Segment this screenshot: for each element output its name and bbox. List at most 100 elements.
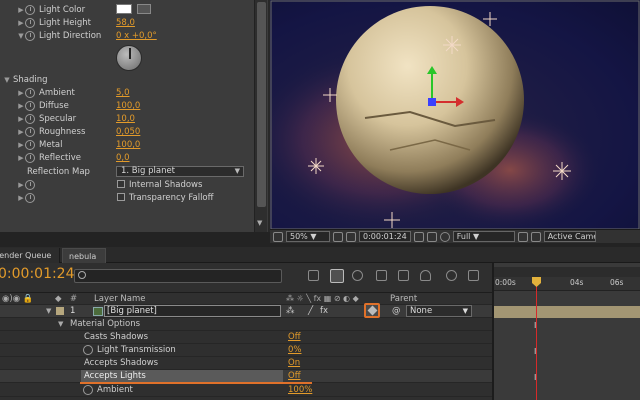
layer-label-color[interactable] — [56, 307, 64, 315]
param-value[interactable]: 10,0 — [116, 114, 135, 124]
light-color-swatch[interactable] — [116, 4, 132, 14]
option-value[interactable]: 100% — [288, 385, 312, 395]
expand-arrow-icon[interactable]: ▶ — [17, 102, 25, 110]
param-value[interactable]: 100,0 — [116, 140, 140, 150]
layer-name-field[interactable]: [Big planet] — [104, 305, 281, 317]
stopwatch-icon[interactable] — [83, 345, 93, 355]
graph-editor-icon[interactable] — [446, 270, 457, 281]
tab-render-queue[interactable]: Render Queue — [0, 248, 60, 263]
draft-3d-icon[interactable] — [352, 270, 363, 281]
stopwatch-icon[interactable] — [83, 385, 93, 395]
expand-arrow-icon[interactable]: ▶ — [17, 19, 25, 27]
layer-row[interactable]: ▼ 1 [Big planet] ⁂ ╱ fx @ None ▼ — [0, 303, 492, 318]
brainstorm-icon[interactable] — [468, 270, 479, 281]
param-value[interactable]: 0,0 — [116, 153, 130, 163]
parent-dropdown[interactable]: None ▼ — [406, 305, 472, 317]
shading-group-row[interactable]: ▼ Shading — [0, 73, 252, 86]
stopwatch-icon[interactable] — [25, 192, 35, 203]
layer-duration-bar[interactable] — [494, 306, 640, 318]
pick-whip-icon[interactable]: @ — [392, 306, 401, 316]
column-layer-name[interactable]: Layer Name — [94, 294, 145, 304]
stopwatch-icon[interactable] — [25, 139, 35, 150]
stopwatch-icon[interactable] — [25, 113, 35, 124]
stopwatch-icon[interactable] — [25, 100, 35, 111]
param-label: Roughness — [39, 126, 86, 137]
eyedropper-icon[interactable] — [137, 4, 151, 14]
current-time-display[interactable]: 0:00:01:24 — [0, 266, 75, 282]
transparency-falloff-checkbox[interactable] — [117, 193, 125, 201]
motion-blur-icon[interactable] — [420, 270, 431, 281]
color-channel-icon[interactable] — [439, 231, 450, 242]
material-options-group[interactable]: ▼ Material Options — [0, 318, 492, 331]
collapse-arrow-icon[interactable]: ▼ — [3, 76, 11, 84]
region-of-interest-icon[interactable] — [517, 231, 528, 242]
param-label: Light Color — [39, 4, 86, 15]
collapse-arrow-icon[interactable]: ▼ — [46, 307, 51, 315]
panel-gutter — [0, 232, 270, 247]
reflection-map-dropdown[interactable]: 1. Big planet ▼ — [116, 166, 244, 177]
stopwatch-icon[interactable] — [25, 126, 35, 137]
viewer-canvas — [270, 0, 640, 230]
snapshot-icon[interactable] — [346, 231, 356, 242]
expand-arrow-icon[interactable]: ▶ — [17, 154, 25, 162]
viewer-timecode[interactable]: 0:00:01:24 — [359, 231, 411, 242]
collapse-arrow-icon[interactable]: ▼ — [17, 32, 25, 40]
layer-search-input[interactable] — [74, 269, 282, 283]
expand-arrow-icon[interactable]: ▶ — [17, 141, 25, 149]
transparency-grid-icon[interactable] — [530, 231, 541, 242]
channel-icon[interactable] — [426, 231, 437, 242]
composition-viewer[interactable] — [270, 0, 640, 230]
param-label: Metal — [39, 139, 63, 150]
param-value[interactable]: 5,0 — [116, 88, 130, 98]
hide-shy-layers-icon[interactable] — [376, 270, 387, 281]
always-preview-icon[interactable] — [273, 231, 283, 242]
quality-switch-icon[interactable]: ╱ — [308, 306, 313, 316]
time-ruler[interactable]: 0:00s 04s 06s — [494, 277, 640, 291]
effects-scrollbar[interactable]: ▼ — [254, 0, 267, 232]
option-value[interactable]: On — [288, 358, 300, 368]
camera-icon[interactable] — [413, 231, 424, 242]
option-value[interactable]: Off — [288, 332, 301, 342]
timeline-tracks[interactable]: 0:00s 04s 06s I I I — [492, 263, 640, 400]
stopwatch-icon[interactable] — [25, 30, 35, 41]
3d-layer-switch[interactable] — [364, 303, 380, 318]
param-value[interactable]: 0,050 — [116, 127, 140, 137]
collapse-arrow-icon[interactable]: ▼ — [58, 320, 63, 328]
param-value[interactable]: 100,0 — [116, 101, 140, 111]
scrollbar-thumb[interactable] — [257, 2, 266, 207]
comp-mini-flowchart-icon[interactable] — [308, 270, 319, 281]
option-value[interactable]: Off — [288, 371, 301, 381]
shy-switch-icon[interactable]: ⁂ — [286, 306, 295, 316]
resolution-dropdown[interactable]: Full ▼ — [452, 231, 515, 242]
expand-arrow-icon[interactable]: ▶ — [17, 128, 25, 136]
expand-arrow-icon[interactable]: ▶ — [17, 115, 25, 123]
scroll-down-arrow-icon[interactable]: ▼ — [257, 219, 262, 227]
expand-arrow-icon[interactable]: ▶ — [17, 89, 25, 97]
work-area-bar[interactable] — [494, 267, 640, 277]
zoom-dropdown[interactable]: 50% ▼ — [286, 231, 330, 242]
ruler-label: 04s — [570, 278, 584, 287]
safe-margins-icon[interactable] — [333, 231, 343, 242]
param-value[interactable]: 58,0 — [116, 18, 135, 28]
param-label: Specular — [39, 113, 77, 124]
param-value[interactable]: 0 x +0,0° — [116, 31, 157, 41]
tab-nebula[interactable]: nebula — [62, 248, 106, 263]
stopwatch-icon[interactable] — [25, 17, 35, 28]
param-label: Reflection Map — [27, 166, 90, 177]
stopwatch-icon[interactable] — [25, 152, 35, 163]
expand-arrow-icon[interactable]: ▶ — [17, 181, 25, 189]
stopwatch-icon[interactable] — [25, 4, 35, 15]
option-label: Accepts Shadows — [84, 358, 159, 368]
internal-shadows-checkbox[interactable] — [117, 180, 125, 188]
stopwatch-icon[interactable] — [25, 179, 35, 190]
live-update-icon[interactable] — [330, 269, 344, 283]
expand-arrow-icon[interactable]: ▶ — [17, 6, 25, 14]
stopwatch-icon[interactable] — [25, 87, 35, 98]
frame-blending-icon[interactable] — [398, 270, 409, 281]
fx-switch-icon[interactable]: fx — [320, 306, 328, 316]
option-value[interactable]: 0% — [288, 345, 302, 355]
expand-arrow-icon[interactable]: ▶ — [17, 194, 25, 202]
direction-dial[interactable] — [116, 45, 142, 71]
param-label: Light Height — [39, 17, 92, 28]
view-dropdown[interactable]: Active Camera — [543, 231, 596, 242]
